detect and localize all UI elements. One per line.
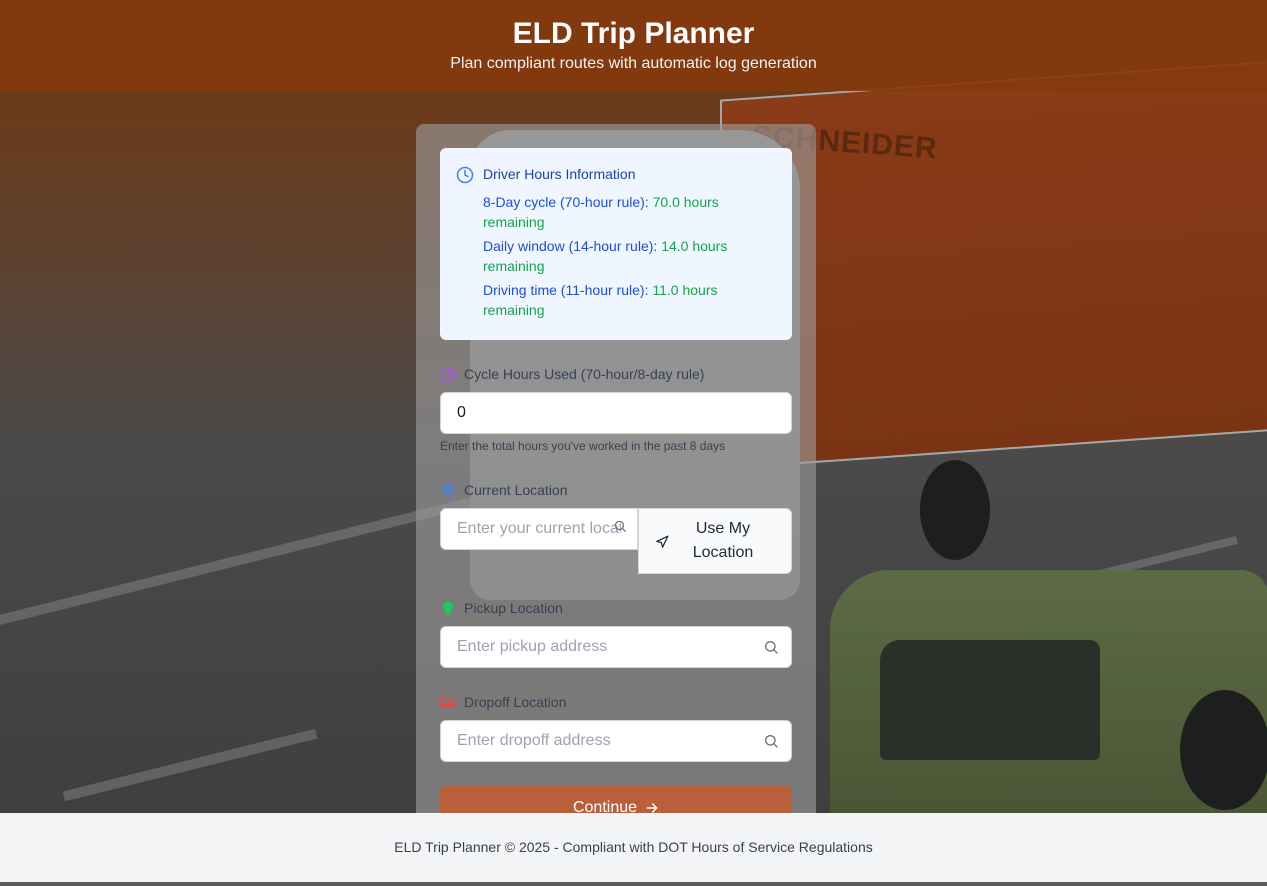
continue-label: Continue — [572, 799, 638, 813]
pie-chart-icon — [440, 366, 456, 382]
pickup-location-label-text: Pickup Location — [464, 600, 563, 616]
current-location-placeholder: Enter your current location — [457, 520, 621, 537]
current-location-input[interactable]: Enter your current location — [440, 508, 638, 550]
info-line-label: Daily window (14-hour rule): — [483, 238, 658, 254]
cycle-hours-hint: Enter the total hours you've worked in t… — [440, 439, 726, 453]
navigation-arrow-icon — [655, 535, 669, 554]
dropoff-location-label-text: Dropoff Location — [464, 694, 567, 710]
use-my-location-button[interactable]: Use My Location — [638, 508, 792, 574]
info-line-driving: Driving time (11-hour rule): 11.0 hours … — [483, 280, 776, 320]
info-line-label: 8-Day cycle (70-hour rule): — [483, 194, 649, 210]
pickup-location-input[interactable]: Enter pickup address — [440, 626, 792, 668]
driver-hours-info: Driver Hours Information 8-Day cycle (70… — [440, 148, 792, 340]
cycle-hours-label: Cycle Hours Used (70-hour/8-day rule) — [440, 364, 792, 384]
page-title: ELD Trip Planner — [512, 17, 755, 50]
pickup-window — [880, 640, 1100, 760]
current-location-row: Enter your current location Use My Locat… — [440, 508, 792, 574]
bottom-strip — [0, 882, 1267, 886]
search-icon — [763, 733, 779, 754]
truck-icon — [440, 694, 456, 710]
info-line-label: Driving time (11-hour rule): — [483, 282, 649, 298]
search-icon — [763, 639, 779, 660]
dropoff-location-input[interactable]: Enter dropoff address — [440, 720, 792, 762]
cycle-hours-label-text: Cycle Hours Used (70-hour/8-day rule) — [464, 366, 705, 382]
info-title: Driver Hours Information — [483, 166, 636, 182]
arrow-right-icon — [645, 801, 659, 813]
search-icon — [613, 519, 627, 538]
map-pin-icon — [440, 482, 456, 498]
continue-button[interactable]: Continue — [440, 786, 792, 813]
info-line-cycle: 8-Day cycle (70-hour rule): 70.0 hours r… — [483, 192, 776, 232]
current-location-label-text: Current Location — [464, 482, 568, 498]
info-line-daily: Daily window (14-hour rule): 14.0 hours … — [483, 236, 776, 276]
pickup-pin-icon — [440, 600, 456, 616]
dropoff-location-label: Dropoff Location — [440, 692, 792, 712]
use-my-location-label: Use My Location — [692, 520, 754, 561]
pickup-location-label: Pickup Location — [440, 598, 792, 618]
clock-icon — [456, 166, 474, 189]
page-footer: ELD Trip Planner © 2025 - Compliant with… — [0, 813, 1267, 882]
app-header: ELD Trip Planner Plan compliant routes w… — [0, 0, 1267, 91]
cycle-hours-value: 0 — [457, 404, 466, 421]
cycle-hours-input[interactable]: 0 — [440, 392, 792, 434]
footer-text: ELD Trip Planner © 2025 - Compliant with… — [394, 839, 873, 855]
page-subtitle: Plan compliant routes with automatic log… — [450, 55, 817, 72]
pickup-placeholder: Enter pickup address — [457, 638, 608, 655]
wheel — [920, 460, 990, 560]
dropoff-placeholder: Enter dropoff address — [457, 732, 611, 749]
wheel — [1180, 690, 1267, 810]
trip-form-card: Driver Hours Information 8-Day cycle (70… — [416, 124, 816, 813]
current-location-label: Current Location — [440, 480, 792, 500]
